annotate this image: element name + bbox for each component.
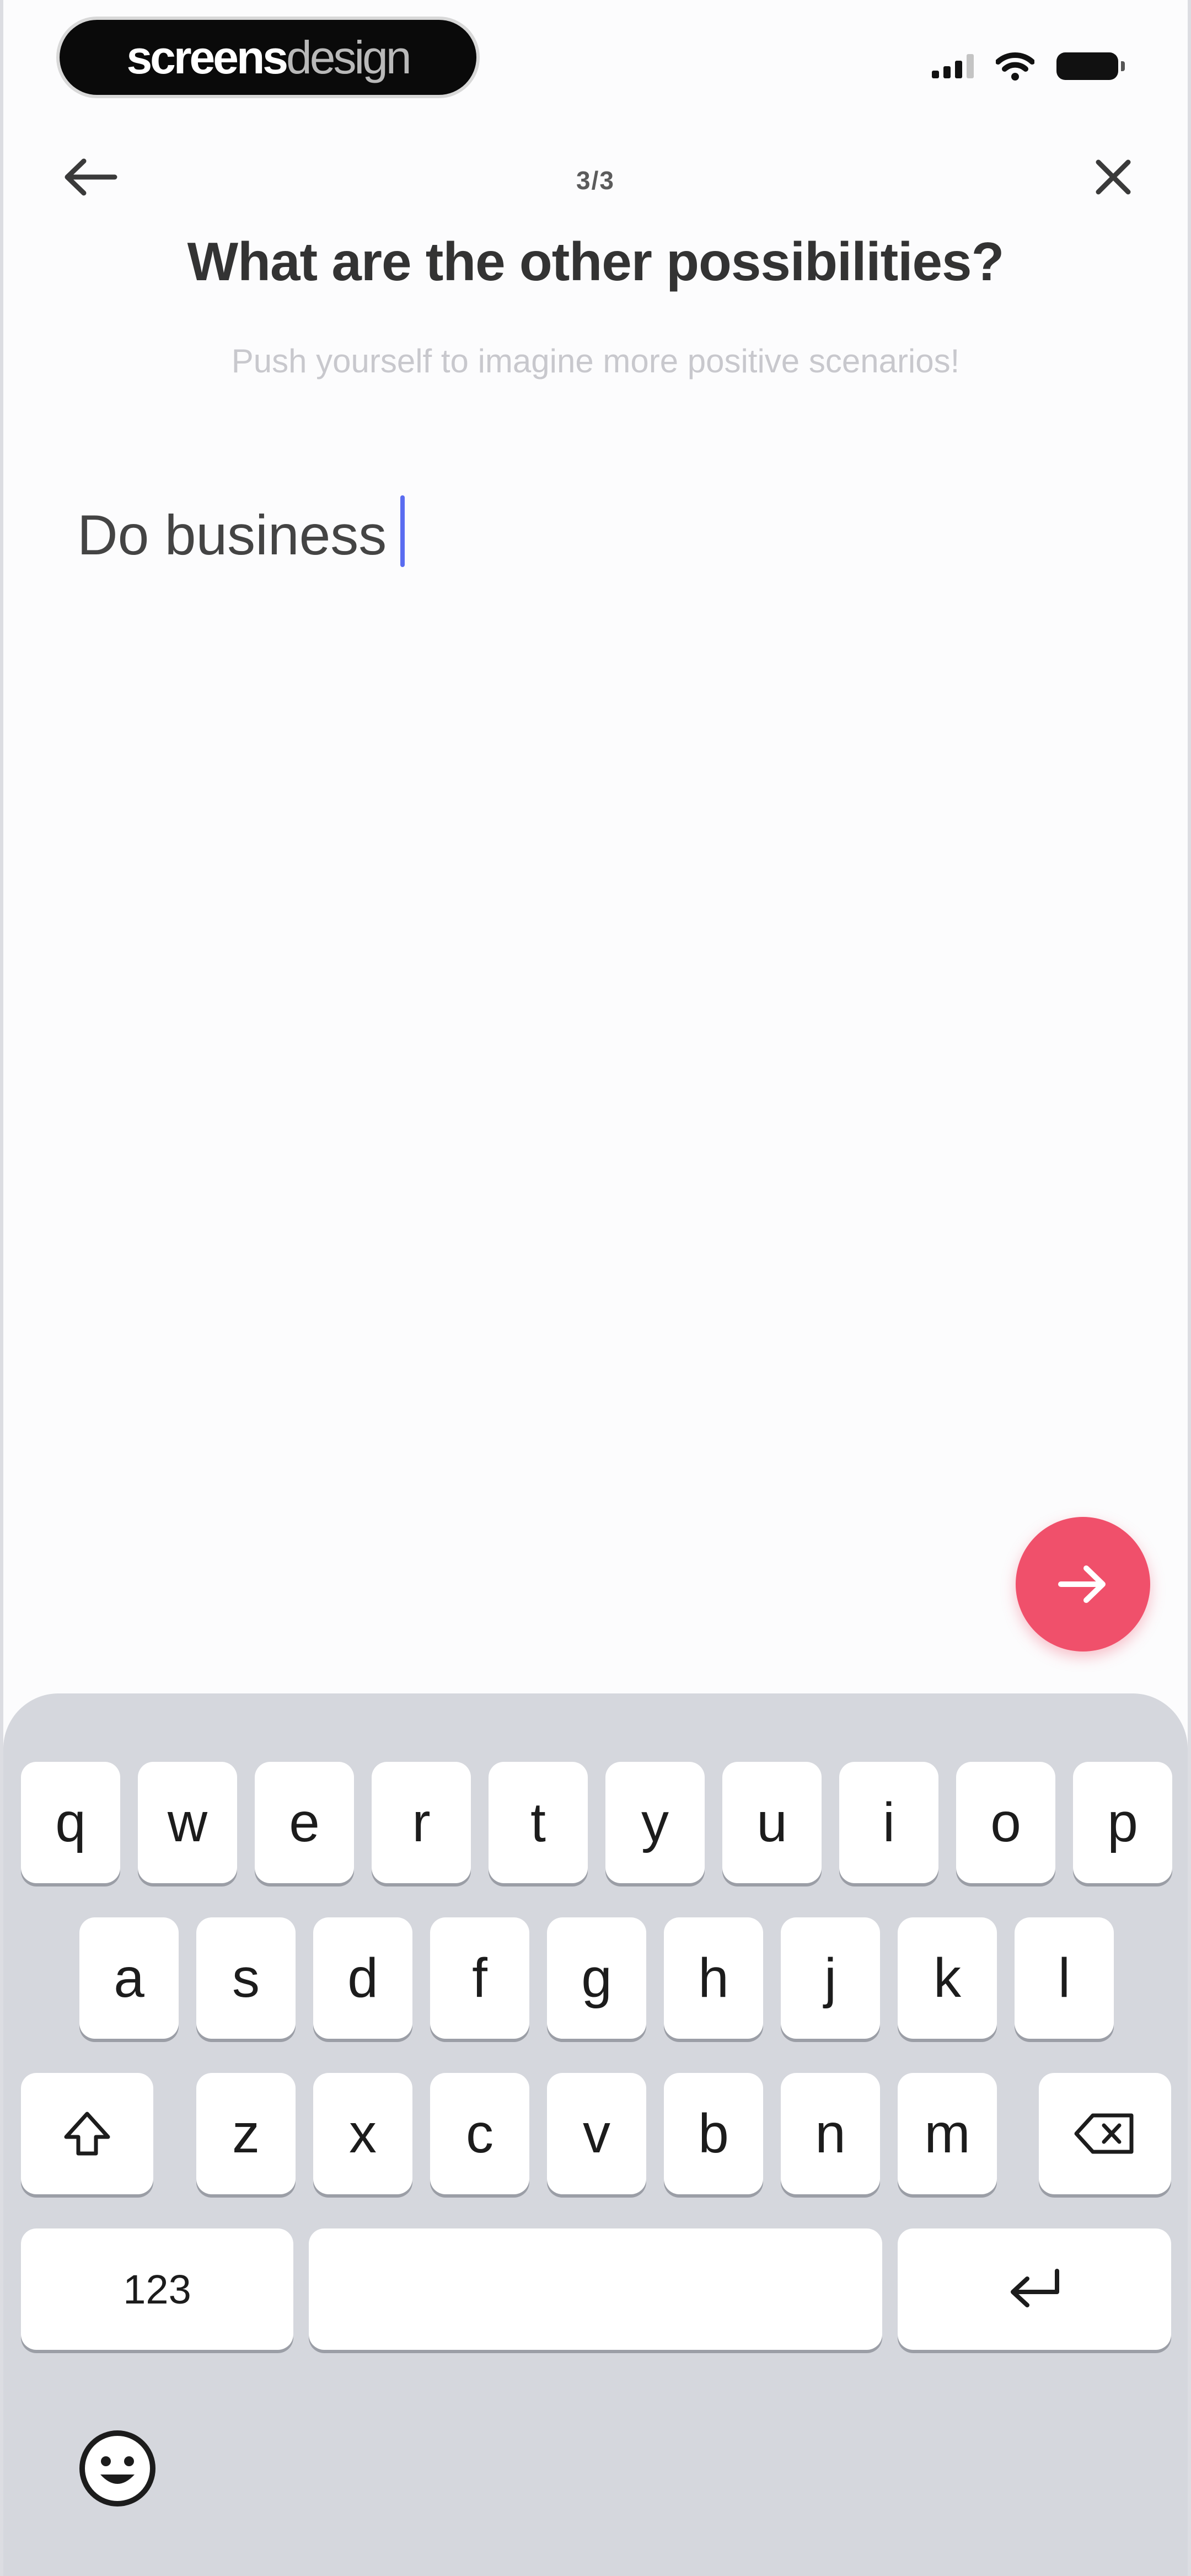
page-subtitle: Push yourself to imagine more positive s… — [231, 343, 960, 380]
emoji-key[interactable] — [76, 2427, 159, 2513]
page-title: What are the other possibilities? — [187, 231, 1005, 292]
key-z[interactable]: z — [196, 2073, 296, 2194]
backspace-icon — [1074, 2113, 1134, 2154]
key-g[interactable]: g — [547, 1917, 646, 2039]
key-c[interactable]: c — [430, 2073, 529, 2194]
key-n[interactable]: n — [781, 2073, 880, 2194]
close-icon — [1096, 159, 1131, 195]
key-j[interactable]: j — [781, 1917, 880, 2039]
shift-icon — [64, 2112, 110, 2156]
step-indicator: 3/3 — [576, 166, 615, 195]
key-l[interactable]: l — [1015, 1917, 1114, 2039]
key-i[interactable]: i — [839, 1762, 938, 1883]
shift-key[interactable] — [21, 2073, 153, 2194]
key-h[interactable]: h — [664, 1917, 763, 2039]
key-p[interactable]: p — [1073, 1762, 1172, 1883]
close-button[interactable] — [1088, 152, 1138, 205]
key-x[interactable]: x — [313, 2073, 412, 2194]
app-logo-badge: screens design — [60, 20, 476, 95]
key-v[interactable]: v — [547, 2073, 646, 2194]
numbers-key[interactable]: 123 — [21, 2228, 293, 2350]
key-a[interactable]: a — [79, 1917, 179, 2039]
key-y[interactable]: y — [605, 1762, 705, 1883]
key-b[interactable]: b — [664, 2073, 763, 2194]
next-button[interactable] — [1016, 1517, 1150, 1652]
return-icon — [1011, 2269, 1059, 2307]
signal-icon — [932, 54, 974, 78]
key-o[interactable]: o — [956, 1762, 1055, 1883]
key-t[interactable]: t — [489, 1762, 588, 1883]
key-d[interactable]: d — [313, 1917, 412, 2039]
key-q[interactable]: q — [21, 1762, 120, 1883]
key-r[interactable]: r — [372, 1762, 471, 1883]
key-w[interactable]: w — [138, 1762, 237, 1883]
key-m[interactable]: m — [898, 2073, 997, 2194]
text-caret — [400, 495, 405, 567]
status-icons — [932, 51, 1125, 82]
possibility-input[interactable] — [77, 496, 1114, 574]
key-e[interactable]: e — [255, 1762, 354, 1883]
battery-icon — [1056, 52, 1125, 80]
key-f[interactable]: f — [430, 1917, 529, 2039]
logo-text-light: design — [286, 31, 412, 83]
wifi-icon — [996, 52, 1034, 81]
space-key[interactable] — [309, 2228, 882, 2350]
delete-key[interactable] — [1039, 2073, 1171, 2194]
return-key[interactable] — [898, 2228, 1171, 2350]
key-s[interactable]: s — [196, 1917, 296, 2039]
key-u[interactable]: u — [722, 1762, 822, 1883]
emoji-icon — [79, 2430, 155, 2506]
key-k[interactable]: k — [898, 1917, 997, 2039]
arrow-right-icon — [1058, 1565, 1106, 1603]
app-screen: screens design 3/3 What are the other pos… — [0, 0, 1191, 2576]
logo-text-strong: screens — [126, 31, 288, 83]
